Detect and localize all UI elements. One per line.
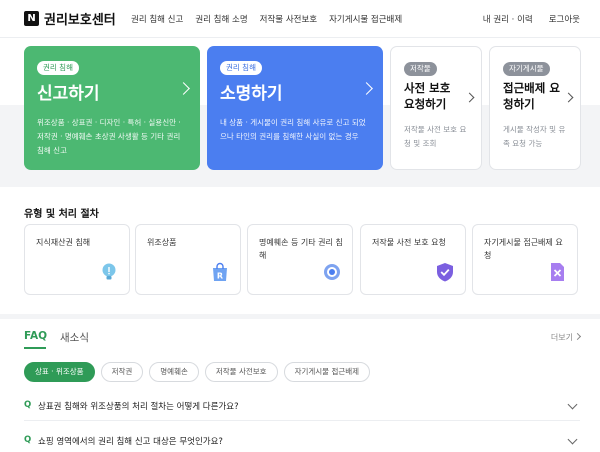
prior-badge: 저작물 [404, 62, 437, 76]
process-label: 저작물 사전 보호 요청 [372, 238, 446, 247]
faq-question: 상표권 침해와 위조상품의 처리 절차는 어떻게 다른가요? [38, 402, 239, 412]
chevron-right-icon [563, 92, 574, 103]
badge-seal-icon [324, 264, 340, 280]
process-label: 명예훼손 등 기타 권리 침해 [259, 238, 343, 260]
shield-check-icon [437, 263, 453, 282]
nav-prior-protection[interactable]: 저작물 사전보호 [260, 13, 317, 25]
prior-title: 사전 보호 요청하기 [404, 81, 451, 111]
document-x-icon [551, 263, 564, 281]
report-badge: 권리 침해 [37, 61, 79, 75]
more-label: 더보기 [550, 333, 573, 342]
tab-faq[interactable]: FAQ [24, 330, 47, 342]
prior-protection-card[interactable]: 저작물 사전 보호 요청하기 저작물 사전 보호 요청 및 조회 [390, 46, 482, 170]
more-link[interactable]: 더보기 [550, 332, 582, 343]
shopping-bag-icon: R [213, 262, 227, 281]
my-rights-link[interactable]: 내 권리 · 이력 [483, 13, 533, 25]
prior-desc: 저작물 사전 보호 요청 및 조회 [404, 125, 467, 148]
chevron-down-icon [567, 399, 578, 410]
chip-access-exclusion[interactable]: 자기게시물 접근배제 [283, 362, 371, 382]
chip-prior-protection[interactable]: 저작물 사전보호 [204, 362, 278, 382]
process-section-title: 유형 및 처리 절차 [24, 209, 99, 220]
explain-card[interactable]: 권리 침해 소명하기 내 상품 · 게시물이 권리 침해 사유로 신고 되었으나… [207, 46, 383, 170]
explain-badge: 권리 침해 [220, 61, 262, 75]
chip-defamation[interactable]: 명예훼손 [149, 362, 199, 382]
chip-copyright[interactable]: 저작권 [100, 362, 144, 382]
top-header: N 권리보호센터 권리 침해 신고 권리 침해 소명 저작물 사전보호 자기게시… [0, 0, 600, 38]
chevron-right-icon [464, 92, 475, 103]
logo-icon[interactable]: N [24, 11, 39, 26]
process-item-prior-protection[interactable]: 저작물 사전 보호 요청 [360, 224, 466, 295]
site-title[interactable]: 권리보호센터 [44, 9, 116, 28]
access-desc: 게시물 작성자 및 유족 요청 가능 [503, 125, 566, 148]
nav-access-exclusion[interactable]: 자기게시물 접근배제 [329, 13, 402, 25]
access-exclusion-card[interactable]: 자기게시물 접근배제 요청하기 게시물 작성자 및 유족 요청 가능 [489, 46, 581, 170]
explain-desc: 내 상품 · 게시물이 권리 침해 사유로 신고 되었으나 타인의 권리를 침해… [220, 118, 366, 141]
report-title: 신고하기 [37, 84, 100, 104]
explain-title: 소명하기 [220, 84, 283, 104]
tab-news[interactable]: 새소식 [60, 330, 89, 345]
faq-question: 쇼핑 영역에서의 권리 침해 신고 대상은 무엇인가요? [38, 437, 223, 447]
process-item-ip[interactable]: 지식재산권 침해 [24, 224, 130, 295]
chevron-right-icon [177, 82, 190, 95]
svg-text:R: R [217, 272, 223, 281]
access-badge: 자기게시물 [503, 62, 550, 76]
lightbulb-icon [102, 263, 116, 280]
process-item-access-exclusion[interactable]: 자기게시물 접근배제 요청 [472, 224, 578, 295]
process-item-counterfeit[interactable]: 위조상품 R [135, 224, 241, 295]
faq-item[interactable]: Q 상표권 침해와 위조상품의 처리 절차는 어떻게 다른가요? [24, 393, 580, 421]
nav-report[interactable]: 권리 침해 신고 [131, 13, 183, 25]
chevron-right-icon [573, 332, 582, 341]
process-label: 위조상품 [147, 238, 177, 247]
faq-category-chips: 상표 · 위조상품 저작권 명예훼손 저작물 사전보호 자기게시물 접근배제 [24, 362, 371, 382]
utility-nav: 내 권리 · 이력 로그아웃 [483, 13, 580, 25]
q-marker: Q [24, 400, 32, 410]
logout-link[interactable]: 로그아웃 [549, 13, 580, 25]
main-nav: 권리 침해 신고 권리 침해 소명 저작물 사전보호 자기게시물 접근배제 [131, 13, 402, 25]
chip-trademark[interactable]: 상표 · 위조상품 [24, 362, 95, 382]
section-divider [0, 314, 600, 319]
chevron-down-icon [567, 434, 578, 445]
nav-explain[interactable]: 권리 침해 소명 [195, 13, 247, 25]
process-label: 지식재산권 침해 [36, 238, 91, 247]
process-label: 자기게시물 접근배제 요청 [484, 238, 563, 260]
faq-item[interactable]: Q 쇼핑 영역에서의 권리 침해 신고 대상은 무엇인가요? [24, 428, 580, 452]
q-marker: Q [24, 435, 32, 445]
tab-active-indicator [24, 347, 46, 349]
access-title: 접근배제 요청하기 [503, 81, 560, 111]
report-card[interactable]: 권리 침해 신고하기 위조상품 · 상표권 · 디자인 · 특허 · 실용신안 … [24, 46, 200, 170]
report-desc: 위조상품 · 상표권 · 디자인 · 특허 · 실용신안 · 저작권 · 명예훼… [37, 118, 181, 155]
chevron-right-icon [360, 82, 373, 95]
process-item-defamation[interactable]: 명예훼손 등 기타 권리 침해 [247, 224, 353, 295]
